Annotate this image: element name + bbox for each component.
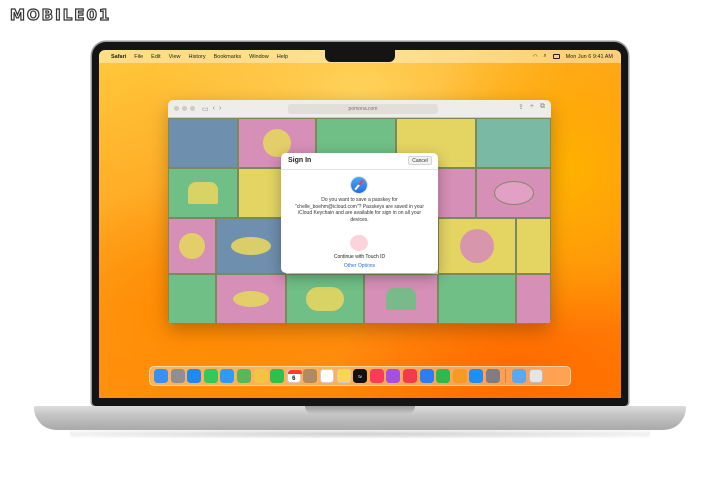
close-window-button[interactable] xyxy=(174,106,179,111)
news-app-icon[interactable] xyxy=(402,369,417,383)
zoom-window-button[interactable] xyxy=(190,106,195,111)
pattern-tile xyxy=(476,168,551,218)
safari-app-icon[interactable] xyxy=(187,369,202,383)
numbers-app-icon[interactable] xyxy=(436,369,451,383)
web-page-content: Sign In Cancel Do you want to save a pas… xyxy=(168,118,551,324)
address-bar[interactable]: pomona.com xyxy=(288,104,438,114)
app-store-app-icon[interactable] xyxy=(469,369,484,383)
address-text: pomona.com xyxy=(348,106,378,112)
mail-app-icon[interactable] xyxy=(220,369,235,383)
touch-id-icon[interactable] xyxy=(350,235,368,251)
sheet-title: Sign In xyxy=(288,157,312,164)
keynote-app-icon[interactable] xyxy=(419,369,434,383)
contacts-app-icon[interactable] xyxy=(303,369,318,383)
pattern-tile xyxy=(216,218,286,274)
messages-app-icon[interactable] xyxy=(203,369,218,383)
pattern-tile xyxy=(364,274,438,324)
passkey-message: Do you want to save a passkey for "chell… xyxy=(295,197,424,223)
camera-notch xyxy=(325,50,395,62)
pages-app-icon[interactable] xyxy=(452,369,467,383)
launchpad-app-icon[interactable] xyxy=(170,369,185,383)
trash-icon[interactable] xyxy=(528,369,543,383)
safari-window: ▭ ‹ › pomona.com ⇪ + ⧉ Sign In Cancel Do… xyxy=(168,100,551,324)
pattern-tile xyxy=(438,218,516,274)
other-options-link[interactable]: Other Options xyxy=(281,263,438,269)
share-icon[interactable]: ⇪ xyxy=(518,103,524,111)
toolbar-right-group: ⇪ + ⧉ xyxy=(518,103,545,111)
pattern-tile xyxy=(168,118,238,168)
podcasts-app-icon[interactable] xyxy=(386,369,401,383)
dock: 6 tv xyxy=(149,366,571,386)
laptop-hinge xyxy=(305,406,415,414)
desktop-screen: Safari File Edit View History Bookmarks … xyxy=(99,50,621,398)
pattern-tile xyxy=(438,274,516,324)
laptop-shadow xyxy=(70,430,650,438)
tv-app-icon[interactable]: tv xyxy=(353,369,368,383)
pattern-tile xyxy=(168,168,238,218)
calendar-app-icon[interactable]: 6 xyxy=(286,369,302,383)
pattern-tile xyxy=(286,274,364,324)
downloads-folder-icon[interactable] xyxy=(512,369,527,383)
dock-separator xyxy=(505,369,507,383)
pattern-tile xyxy=(476,118,551,168)
search-icon[interactable]: ⌕ xyxy=(544,53,547,60)
safari-toolbar: ▭ ‹ › pomona.com ⇪ + ⧉ xyxy=(168,100,551,118)
sidebar-icon[interactable]: ▭ xyxy=(202,105,209,113)
finder-app-icon[interactable] xyxy=(154,369,168,383)
menu-help[interactable]: Help xyxy=(277,54,288,60)
maps-app-icon[interactable] xyxy=(236,369,251,383)
new-tab-icon[interactable]: + xyxy=(530,103,534,111)
menu-app-name[interactable]: Safari xyxy=(111,54,126,60)
pattern-tile xyxy=(516,218,551,274)
clock[interactable]: Mon Jun 6 9:41 AM xyxy=(566,54,613,60)
menu-bar-status: ◠ ⌕ Mon Jun 6 9:41 AM xyxy=(533,50,613,63)
menu-view[interactable]: View xyxy=(169,54,181,60)
system-settings-app-icon[interactable] xyxy=(485,369,500,383)
wifi-icon[interactable]: ◠ xyxy=(533,54,538,60)
reminders-app-icon[interactable] xyxy=(319,369,334,383)
menu-edit[interactable]: Edit xyxy=(151,54,160,60)
back-icon[interactable]: ‹ xyxy=(213,105,215,112)
menu-history[interactable]: History xyxy=(188,54,205,60)
pattern-tile xyxy=(216,274,286,324)
notes-app-icon[interactable] xyxy=(336,369,351,383)
safari-compass-icon xyxy=(351,177,367,193)
mobile01-watermark: MOBILE01 xyxy=(9,5,112,24)
stage: MOBILE01 Safari File Edit View History B… xyxy=(0,0,720,480)
pattern-tile xyxy=(168,274,216,324)
minimize-window-button[interactable] xyxy=(182,106,187,111)
control-center-icon[interactable] xyxy=(552,54,560,59)
divider xyxy=(281,169,438,170)
touch-id-label: Continue with Touch ID xyxy=(333,254,386,260)
tab-overview-icon[interactable]: ⧉ xyxy=(540,103,545,111)
pattern-tile xyxy=(168,218,216,274)
menu-window[interactable]: Window xyxy=(249,54,269,60)
music-app-icon[interactable] xyxy=(369,369,384,383)
menu-file[interactable]: File xyxy=(134,54,143,60)
forward-icon[interactable]: › xyxy=(219,105,221,112)
sign-in-sheet: Sign In Cancel Do you want to save a pas… xyxy=(281,153,438,273)
cancel-button[interactable]: Cancel xyxy=(408,156,432,165)
pattern-tile xyxy=(516,274,551,324)
photos-app-icon[interactable] xyxy=(253,369,268,383)
menu-bookmarks[interactable]: Bookmarks xyxy=(214,54,242,60)
facetime-app-icon[interactable] xyxy=(270,369,285,383)
